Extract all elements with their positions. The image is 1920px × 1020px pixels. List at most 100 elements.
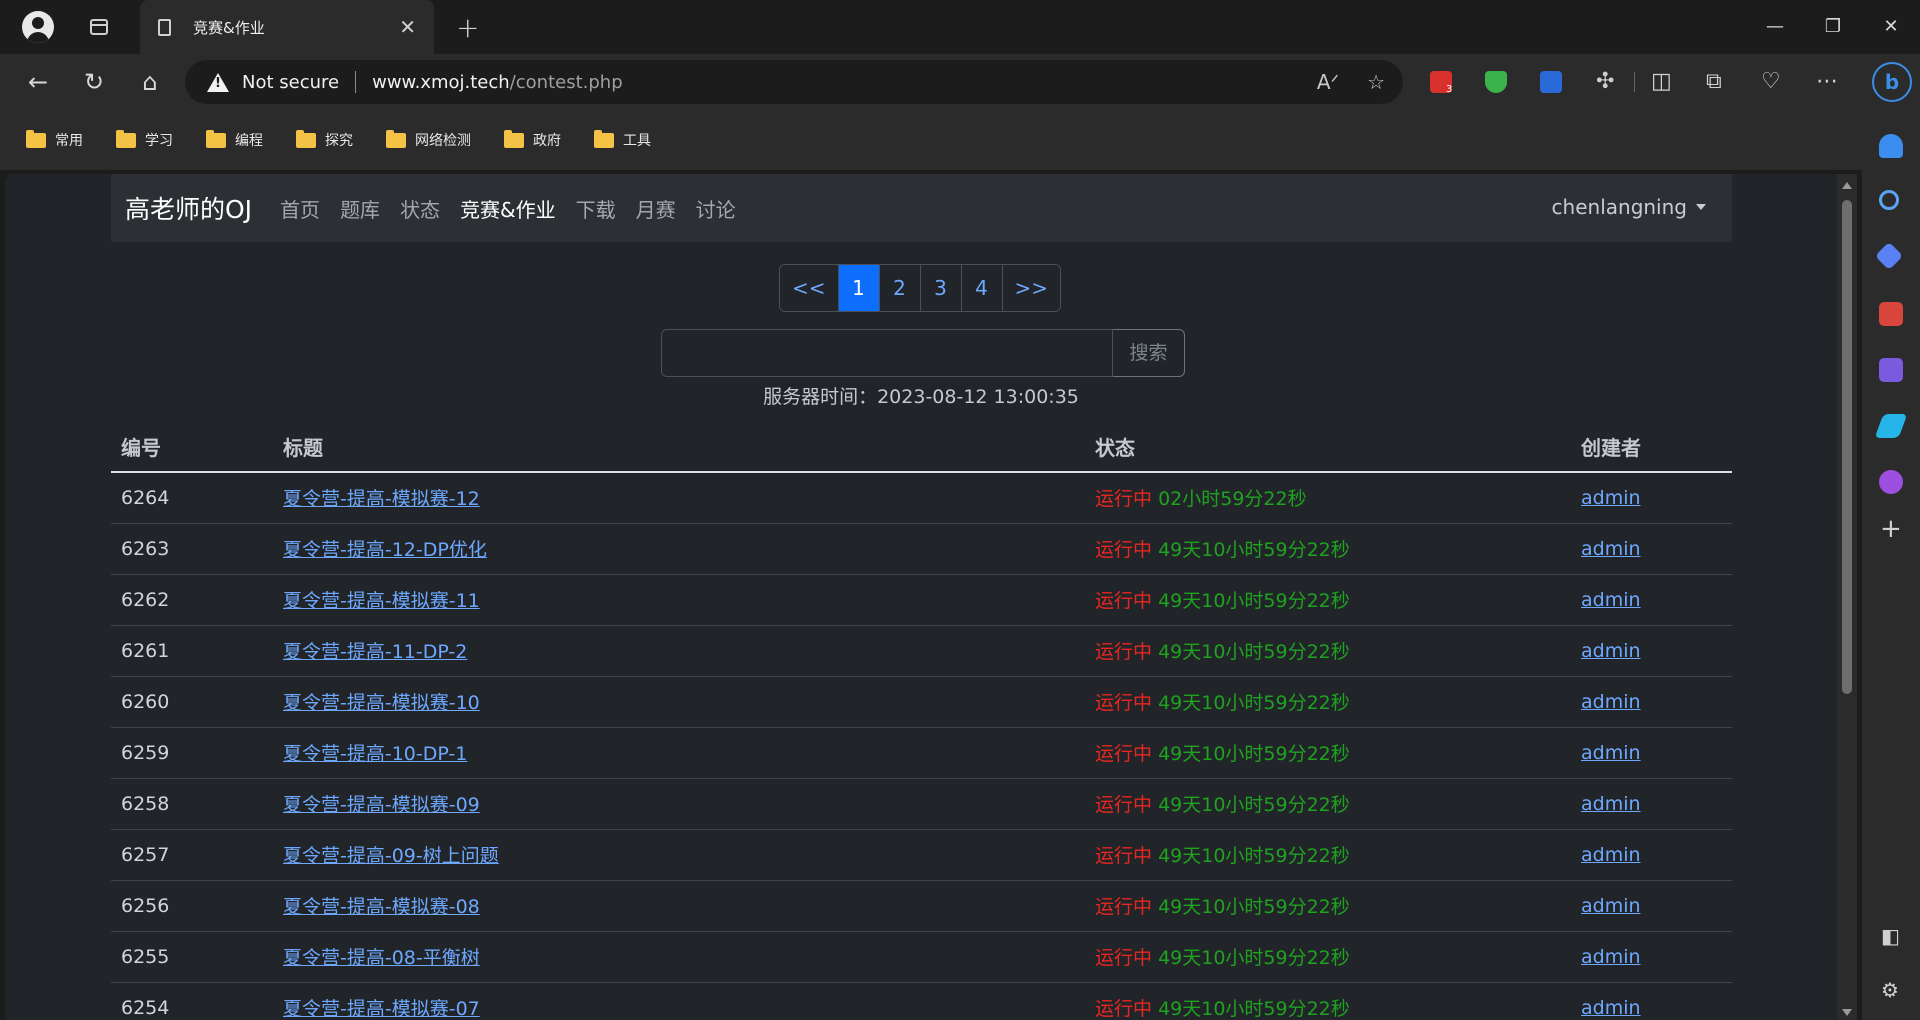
nav-status[interactable]: 状态 bbox=[400, 194, 440, 223]
creator-link[interactable]: admin bbox=[1581, 487, 1641, 509]
address-bar[interactable]: Not secure www.xmoj.tech/contest.php Aᐟ … bbox=[185, 60, 1403, 104]
contest-title-link[interactable]: 夏令营-提高-11-DP-2 bbox=[283, 641, 467, 663]
nav-discuss[interactable]: 讨论 bbox=[696, 194, 736, 223]
contest-title-link[interactable]: 夏令营-提高-10-DP-1 bbox=[283, 743, 467, 765]
hide-sidebar-icon[interactable]: ◧ bbox=[1881, 924, 1900, 948]
folder-icon bbox=[26, 129, 46, 148]
security-status[interactable]: Not secure bbox=[242, 72, 339, 93]
games-icon[interactable] bbox=[1879, 470, 1903, 494]
minimize-icon[interactable]: — bbox=[1746, 0, 1804, 54]
settings-gear-icon[interactable]: ⚙ bbox=[1881, 978, 1899, 1002]
scroll-down-icon[interactable] bbox=[1842, 1009, 1852, 1016]
browser-essentials-icon[interactable]: ♡ bbox=[1761, 69, 1781, 94]
scroll-thumb[interactable] bbox=[1842, 200, 1852, 694]
refresh-icon[interactable]: ↻ bbox=[66, 68, 122, 96]
search-input[interactable] bbox=[661, 329, 1113, 377]
new-tab-icon[interactable]: + bbox=[456, 11, 479, 44]
search-icon[interactable] bbox=[1879, 190, 1899, 210]
scroll-up-icon[interactable] bbox=[1842, 182, 1852, 189]
contest-title-link[interactable]: 夏令营-提高-模拟赛-09 bbox=[283, 794, 480, 816]
read-aloud-icon[interactable]: Aᐟ bbox=[1317, 70, 1339, 94]
profile-icon[interactable] bbox=[22, 11, 54, 43]
bookmark-folder[interactable]: 网络检测 bbox=[386, 129, 471, 150]
browser-tab-active[interactable]: 竞赛&作业 ✕ bbox=[140, 0, 434, 54]
split-screen-icon[interactable]: ◫ bbox=[1651, 69, 1672, 94]
contest-title-cell: 夏令营-提高-模拟赛-09 bbox=[273, 778, 1085, 830]
status-running: 运行中 bbox=[1095, 743, 1153, 765]
contest-title-cell: 夏令营-提高-模拟赛-08 bbox=[273, 880, 1085, 932]
warning-icon[interactable] bbox=[207, 72, 229, 92]
extension-red-icon[interactable]: 3 bbox=[1430, 68, 1452, 96]
contest-status-cell: 运行中 49天10小时59分22秒 bbox=[1085, 727, 1571, 779]
contest-title-link[interactable]: 夏令营-提高-模拟赛-07 bbox=[283, 998, 480, 1020]
site-brand[interactable]: 高老师的OJ bbox=[125, 190, 252, 226]
contest-status-cell: 运行中 49天10小时59分22秒 bbox=[1085, 523, 1571, 575]
search-button[interactable]: 搜索 bbox=[1113, 329, 1185, 377]
add-sidebar-icon[interactable]: + bbox=[1880, 514, 1902, 544]
nav-contests[interactable]: 竞赛&作业 bbox=[460, 194, 556, 223]
extensions-puzzle-icon[interactable]: ✣ bbox=[1596, 69, 1614, 94]
creator-link[interactable]: admin bbox=[1581, 844, 1641, 866]
url-host[interactable]: www.xmoj.tech bbox=[372, 72, 510, 93]
creator-link[interactable]: admin bbox=[1581, 742, 1641, 764]
bookmark-folder[interactable]: 政府 bbox=[504, 129, 561, 150]
creator-link[interactable]: admin bbox=[1581, 793, 1641, 815]
user-dropdown[interactable]: chenlangning bbox=[1552, 195, 1706, 219]
url-path[interactable]: /contest.php bbox=[510, 72, 623, 93]
contest-title-link[interactable]: 夏令营-提高-09-树上问题 bbox=[283, 845, 499, 867]
bing-copilot-icon[interactable]: b bbox=[1872, 62, 1912, 102]
bookmark-folder[interactable]: 工具 bbox=[594, 129, 651, 150]
status-running: 运行中 bbox=[1095, 947, 1153, 969]
creator-link[interactable]: admin bbox=[1581, 895, 1641, 917]
contest-title-link[interactable]: 夏令营-提高-模拟赛-11 bbox=[283, 590, 480, 612]
collections-icon[interactable]: ⧉ bbox=[1706, 69, 1722, 94]
status-running: 运行中 bbox=[1095, 692, 1153, 714]
creator-link[interactable]: admin bbox=[1581, 691, 1641, 713]
favorite-star-icon[interactable]: ☆ bbox=[1367, 70, 1385, 94]
tab-actions-icon[interactable] bbox=[90, 19, 108, 35]
contest-title-link[interactable]: 夏令营-提高-模拟赛-08 bbox=[283, 896, 480, 918]
back-icon[interactable]: ← bbox=[10, 68, 66, 96]
creator-link[interactable]: admin bbox=[1581, 589, 1641, 611]
bookmark-folder[interactable]: 探究 bbox=[296, 129, 353, 150]
contest-title-link[interactable]: 夏令营-提高-12-DP优化 bbox=[283, 539, 487, 561]
page-3[interactable]: 3 bbox=[920, 265, 962, 311]
office-icon[interactable] bbox=[1879, 358, 1903, 382]
contest-title-link[interactable]: 夏令营-提高-模拟赛-10 bbox=[283, 692, 480, 714]
tools-icon[interactable] bbox=[1879, 302, 1903, 326]
page-2[interactable]: 2 bbox=[879, 265, 921, 311]
page-last[interactable]: >> bbox=[1002, 265, 1061, 311]
shopping-tag-icon[interactable] bbox=[1874, 241, 1904, 271]
creator-link[interactable]: admin bbox=[1581, 640, 1641, 662]
bookmark-folder[interactable]: 编程 bbox=[206, 129, 263, 150]
bookmark-folder[interactable]: 常用 bbox=[26, 129, 83, 150]
page-4[interactable]: 4 bbox=[961, 265, 1003, 311]
nav-downloads[interactable]: 下载 bbox=[576, 194, 616, 223]
close-window-icon[interactable]: ✕ bbox=[1862, 0, 1920, 54]
restore-icon[interactable]: ❐ bbox=[1804, 0, 1862, 54]
contest-title-link[interactable]: 夏令营-提高-模拟赛-12 bbox=[283, 488, 480, 510]
more-menu-icon[interactable]: ⋯ bbox=[1816, 69, 1838, 94]
contest-title-link[interactable]: 夏令营-提高-08-平衡树 bbox=[283, 947, 480, 969]
extension-shield-icon[interactable] bbox=[1485, 68, 1507, 96]
page-1[interactable]: 1 bbox=[838, 265, 880, 311]
bookmark-folder[interactable]: 学习 bbox=[116, 129, 173, 150]
nav-monthly[interactable]: 月赛 bbox=[636, 194, 676, 223]
creator-link[interactable]: admin bbox=[1581, 946, 1641, 968]
creator-link[interactable]: admin bbox=[1581, 997, 1641, 1019]
nav-home[interactable]: 首页 bbox=[280, 194, 320, 223]
page-scrollbar[interactable] bbox=[1837, 174, 1857, 1020]
contest-title-cell: 夏令营-提高-模拟赛-11 bbox=[273, 574, 1085, 626]
page-icon bbox=[158, 18, 171, 36]
send-icon[interactable] bbox=[1874, 414, 1908, 438]
page-first[interactable]: << bbox=[780, 265, 839, 311]
time-remaining: 49天10小时59分22秒 bbox=[1158, 539, 1350, 561]
notification-bell-icon[interactable] bbox=[1879, 134, 1903, 158]
nav-problems[interactable]: 题库 bbox=[340, 194, 380, 223]
address-divider bbox=[355, 71, 357, 93]
home-icon[interactable]: ⌂ bbox=[122, 68, 178, 96]
contest-title-cell: 夏令营-提高-10-DP-1 bbox=[273, 727, 1085, 779]
extension-blue-icon[interactable] bbox=[1540, 68, 1562, 96]
close-tab-icon[interactable]: ✕ bbox=[399, 15, 416, 39]
creator-link[interactable]: admin bbox=[1581, 538, 1641, 560]
